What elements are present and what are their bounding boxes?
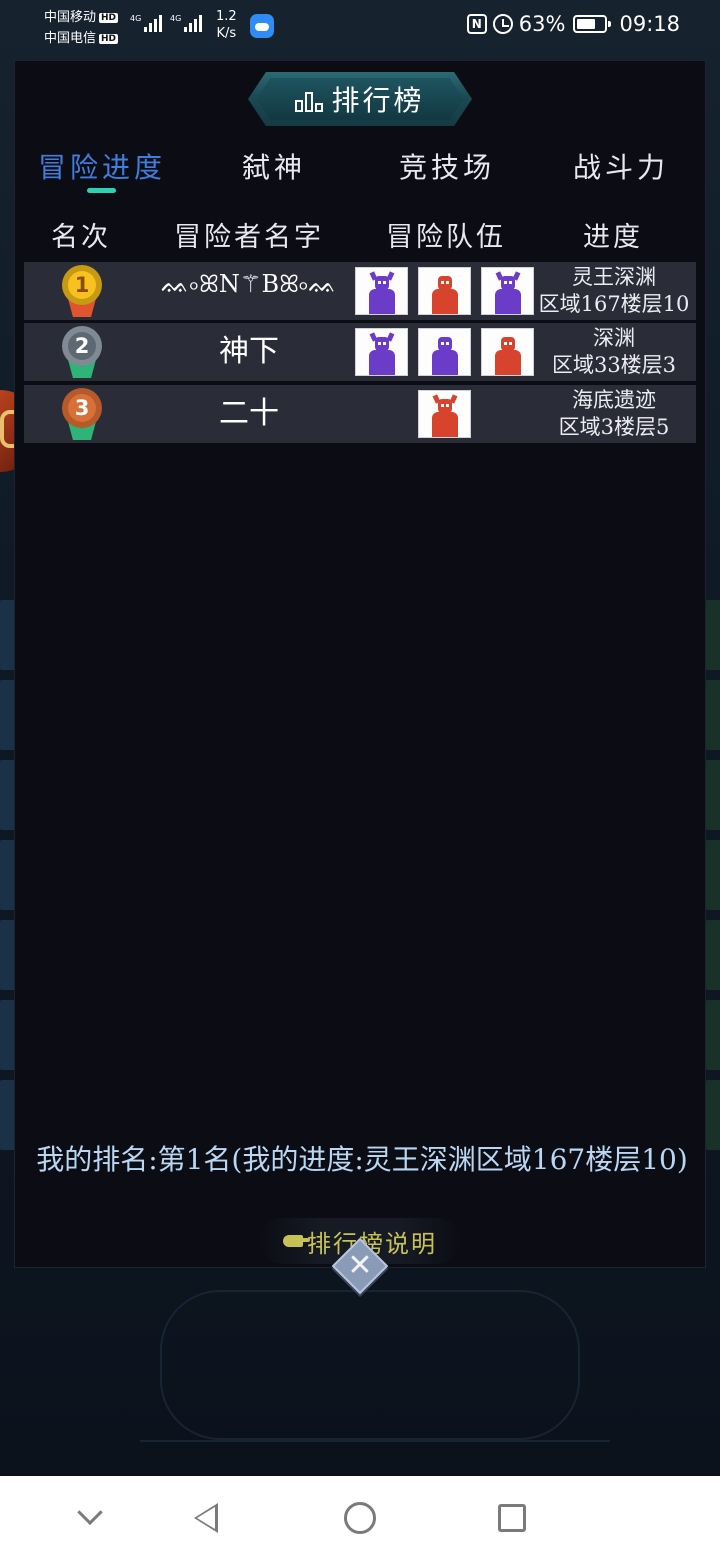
alarm-icon xyxy=(492,14,513,34)
purple-bearded-warrior-icon xyxy=(355,328,408,376)
carrier-1-label: 中国移动 xyxy=(44,10,97,25)
signal-strength-icon: 4G xyxy=(170,14,203,32)
silver-medal-icon: 2 xyxy=(61,326,103,380)
weather-app-icon xyxy=(250,14,274,38)
hd-badge: HD xyxy=(99,34,119,44)
rank-number: 1 xyxy=(68,271,96,299)
purple-long-haired-mage-icon xyxy=(418,328,471,376)
progress-floor: 区域33楼层3 xyxy=(551,353,677,377)
carrier-2: 中国电信 HD xyxy=(44,27,119,46)
home-circle-icon xyxy=(344,1502,376,1534)
back-triangle-icon xyxy=(194,1503,218,1533)
progress-area: 深渊 xyxy=(593,326,635,350)
player-name: ᨐ৹ꕤN⚚Bꕤ৹ᨐ xyxy=(161,270,337,298)
hd-badge: HD xyxy=(99,13,119,23)
progress-area: 灵王深渊 xyxy=(572,265,656,289)
rank-number: 3 xyxy=(68,394,96,422)
purple-armored-demon-icon xyxy=(481,267,534,315)
column-header-rank: 名次 xyxy=(51,222,111,253)
network-speed-value: 1.2 xyxy=(216,9,237,24)
progress-area: 海底遗迹 xyxy=(572,388,656,412)
purple-horned-knight-icon xyxy=(355,267,408,315)
hide-nav-button[interactable] xyxy=(70,1498,110,1538)
table-row[interactable]: 3 二十 海底遗迹 区域3楼层5 xyxy=(24,385,696,443)
status-right-group: N 63% 09:18 xyxy=(466,12,680,36)
nfc-icon: N xyxy=(466,14,487,34)
player-name: 二十 xyxy=(219,396,279,431)
battery-percent: 63% xyxy=(518,12,566,36)
background-strip xyxy=(706,1000,720,1070)
background-strip xyxy=(706,1080,720,1150)
table-row[interactable]: 1 ᨐ৹ꕤN⚚Bꕤ৹ᨐ 灵王深渊 区域167楼层10 xyxy=(24,262,696,320)
close-button[interactable]: ✕ xyxy=(331,1237,389,1295)
rank-number: 2 xyxy=(68,332,96,360)
clock-time: 09:18 xyxy=(619,12,680,36)
red-bull-demon-icon xyxy=(418,390,471,438)
background-strip xyxy=(706,760,720,830)
background-decoration xyxy=(140,1440,610,1470)
home-button[interactable] xyxy=(340,1498,380,1538)
red-flame-warrior-icon xyxy=(481,328,534,376)
recent-apps-button[interactable] xyxy=(492,1498,532,1538)
progress-cell: 灵王深渊 区域167楼层10 xyxy=(536,262,692,320)
column-header-team: 冒险队伍 xyxy=(386,222,506,253)
page-title: 排行榜 xyxy=(331,84,425,117)
ranking-header-banner: 排行榜 xyxy=(248,72,472,126)
banner-inner: 排行榜 xyxy=(256,78,464,120)
network-speed: 1.2 K/s xyxy=(216,8,237,42)
signal-strength-icon: 4G xyxy=(130,14,163,32)
podium-icon xyxy=(295,86,324,112)
status-bar: 中国移动 HD 中国电信 HD 4G 4G 1.2 K/s N 63% 09:18 xyxy=(0,0,720,52)
carrier-2-label: 中国电信 xyxy=(44,31,97,46)
system-navigation-bar xyxy=(0,1476,720,1560)
red-shrine-guardian-icon xyxy=(418,267,471,315)
background-strip xyxy=(706,600,720,670)
table-row[interactable]: 2 神下 深渊 区域33楼层3 xyxy=(24,323,696,381)
progress-cell: 海底遗迹 区域3楼层5 xyxy=(536,385,692,443)
progress-cell: 深渊 区域33楼层3 xyxy=(536,323,692,381)
column-header-name: 冒险者名字 xyxy=(174,222,324,253)
tab-adventure-progress[interactable]: 冒险进度 xyxy=(38,146,166,186)
battery-icon xyxy=(573,15,612,33)
progress-floor: 区域167楼层10 xyxy=(538,292,690,316)
active-tab-indicator xyxy=(87,188,116,193)
player-name: 神下 xyxy=(219,334,279,369)
tab-godslayer[interactable]: 弑神 xyxy=(242,146,306,186)
network-type-label: 4G xyxy=(130,14,142,23)
back-button[interactable] xyxy=(186,1498,226,1538)
bronze-medal-icon: 3 xyxy=(61,388,103,442)
tab-combat-power[interactable]: 战斗力 xyxy=(573,146,669,186)
close-icon: ✕ xyxy=(347,1248,373,1283)
carrier-1: 中国移动 HD xyxy=(44,6,119,25)
background-strip xyxy=(706,840,720,910)
background-strip xyxy=(706,920,720,990)
background-strip xyxy=(706,680,720,750)
network-speed-unit: K/s xyxy=(216,26,237,41)
gold-medal-icon: 1 xyxy=(61,265,103,319)
recent-apps-square-icon xyxy=(498,1504,526,1532)
pointing-hand-icon xyxy=(283,1235,310,1247)
network-type-label: 4G xyxy=(170,14,182,23)
chevron-down-icon xyxy=(77,1499,103,1526)
column-header-progress: 进度 xyxy=(583,222,643,253)
progress-floor: 区域3楼层5 xyxy=(558,415,670,439)
tab-arena[interactable]: 竞技场 xyxy=(399,146,495,186)
my-rank-summary: 我的排名:第1名(我的进度:灵王深渊区域167楼层10) xyxy=(36,1143,688,1176)
background-decoration xyxy=(160,1290,580,1440)
